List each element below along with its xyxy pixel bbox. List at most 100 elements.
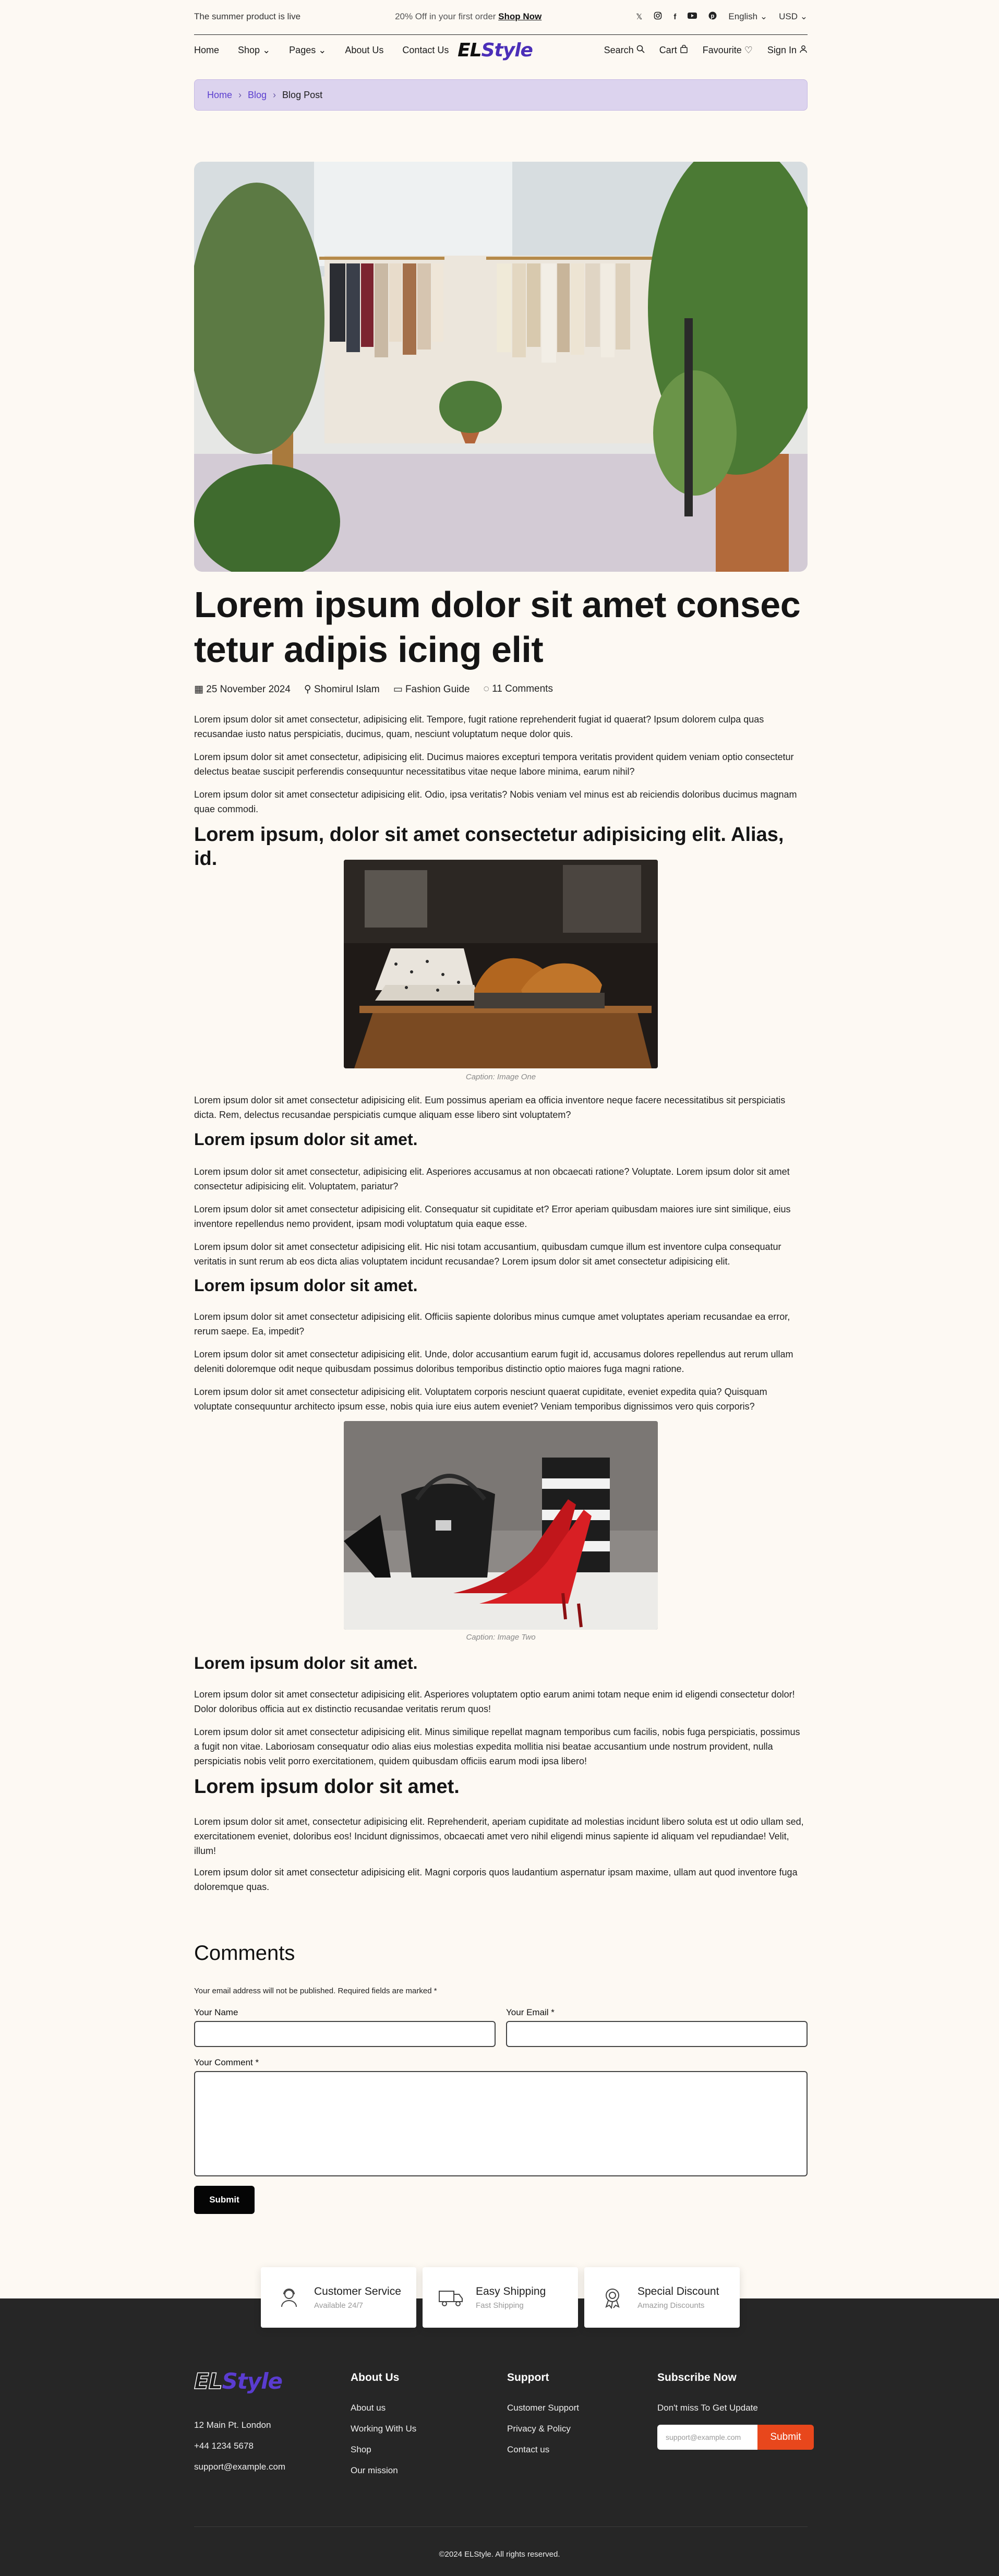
footer-link[interactable]: Our mission xyxy=(351,2465,416,2476)
feature-title: Special Discount xyxy=(637,2285,719,2297)
footer-link[interactable]: Shop xyxy=(351,2445,416,2455)
shop-now-link[interactable]: Shop Now xyxy=(498,11,541,21)
comment-textarea[interactable] xyxy=(194,2071,808,2176)
cart-label: Cart xyxy=(659,44,677,55)
comments-note: Your email address will not be published… xyxy=(194,1987,437,1995)
paragraph: Lorem ipsum dolor sit amet consectetur, … xyxy=(194,1166,790,1191)
footer-subscribe-title: Subscribe Now xyxy=(657,2372,737,2384)
currency-select[interactable]: USD ⌄ xyxy=(779,11,808,22)
footer-email[interactable]: support@example.com xyxy=(194,2462,285,2472)
signin-label: Sign In xyxy=(767,44,797,55)
footer-subscribe-text: Don't miss To Get Update xyxy=(657,2403,758,2413)
section-heading: Lorem ipsum dolor sit amet. xyxy=(194,1654,418,1672)
nav-item-pages[interactable]: Pages ⌄ xyxy=(289,45,326,56)
post-title: Lorem ipsum dolor sit amet consec tetur … xyxy=(194,584,801,670)
subscribe-button[interactable]: Submit xyxy=(757,2425,814,2450)
comment-icon: ◌ xyxy=(483,683,489,694)
paragraph: Lorem ipsum dolor sit amet consectetur a… xyxy=(194,1311,790,1337)
search-button[interactable]: Search xyxy=(604,45,645,56)
footer-link[interactable]: About us xyxy=(351,2403,416,2413)
search-label: Search xyxy=(604,44,634,55)
section-heading: Lorem ipsum dolor sit amet. xyxy=(194,1130,418,1149)
subscribe-email-input[interactable]: support@example.com xyxy=(657,2425,757,2450)
chevron-down-icon: ⌄ xyxy=(318,44,327,55)
nav-left: Home Shop ⌄ Pages ⌄ About Us Contact Us xyxy=(194,45,449,56)
paragraph: Lorem ipsum dolor sit amet consectetur a… xyxy=(194,789,797,814)
signin-button[interactable]: Sign In xyxy=(767,45,808,56)
post-image-one xyxy=(344,860,658,1068)
post-meta: ▦ 25 November 2024 ⚲ Shomirul Islam ▭ Fa… xyxy=(194,683,808,695)
nav-item-contact[interactable]: Contact Us xyxy=(402,45,449,56)
footer-logo[interactable]: ELStyle xyxy=(194,2368,285,2394)
post-date: ▦ 25 November 2024 xyxy=(194,683,291,695)
section-heading: Lorem ipsum dolor sit amet. xyxy=(194,1776,460,1798)
post-author[interactable]: ⚲ Shomirul Islam xyxy=(304,683,380,695)
nav-item-home[interactable]: Home xyxy=(194,45,219,56)
logo-part1: EL xyxy=(458,39,482,61)
promo-text: 20% Off in your first order xyxy=(395,11,496,21)
support-agent-icon xyxy=(276,2285,302,2310)
footer-link[interactable]: Privacy & Policy xyxy=(507,2424,579,2434)
footer-link[interactable]: Contact us xyxy=(507,2445,579,2455)
top-bar-right: 𝕏 f p English ⌄ USD ⌄ xyxy=(636,11,808,22)
chevron-down-icon: ⌄ xyxy=(262,44,271,55)
paragraph: Lorem ipsum dolor sit amet consectetur a… xyxy=(194,1387,767,1412)
folder-icon: ▭ xyxy=(393,684,403,695)
youtube-icon[interactable] xyxy=(688,12,697,21)
bag-icon xyxy=(680,44,688,53)
paragraph: Lorem ipsum dolor sit amet consectetur a… xyxy=(194,1867,798,1892)
email-field[interactable] xyxy=(506,2021,808,2047)
favourite-label: Favourite xyxy=(702,44,742,55)
calendar-icon: ▦ xyxy=(194,684,203,695)
site-logo[interactable]: ELStyle xyxy=(458,40,533,61)
feature-subtitle: Amazing Discounts xyxy=(637,2301,705,2310)
footer-support: Support Customer Support Privacy & Polic… xyxy=(507,2372,579,2465)
breadcrumb-home[interactable]: Home xyxy=(207,90,232,101)
breadcrumb-blog[interactable]: Blog xyxy=(248,90,267,101)
nav-pages-label: Pages xyxy=(289,44,316,55)
footer-link[interactable]: Customer Support xyxy=(507,2403,579,2413)
logo-part2: Style xyxy=(481,39,533,61)
feature-title: Customer Service xyxy=(314,2285,401,2297)
footer-about: About Us About us Working With Us Shop O… xyxy=(351,2372,416,2486)
chevron-down-icon: ⌄ xyxy=(800,11,808,21)
top-bar-text: The summer product is live xyxy=(194,11,301,21)
breadcrumb: Home › Blog › Blog Post xyxy=(194,79,808,111)
post-comments-count[interactable]: ◌ 11 Comments xyxy=(484,683,553,695)
instagram-icon[interactable] xyxy=(654,11,662,22)
svg-text:p: p xyxy=(711,13,715,19)
favourite-button[interactable]: Favourite ♡ xyxy=(703,45,753,56)
nav-item-shop[interactable]: Shop ⌄ xyxy=(238,45,270,56)
comments-title: Comments xyxy=(194,1942,295,1965)
language-select[interactable]: English ⌄ xyxy=(728,11,767,22)
nav-item-about[interactable]: About Us xyxy=(345,45,383,56)
user-icon: ⚲ xyxy=(304,684,311,695)
facebook-icon[interactable]: f xyxy=(673,13,676,21)
section-heading: Lorem ipsum dolor sit amet. xyxy=(194,1276,418,1295)
nav-right: Search Cart Favourite ♡ Sign In xyxy=(604,44,808,56)
post-category[interactable]: ▭ Fashion Guide xyxy=(393,683,470,695)
comment-label: Your Comment * xyxy=(194,2057,259,2067)
top-bar: The summer product is live 20% Off in yo… xyxy=(194,0,808,33)
feature-subtitle: Available 24/7 xyxy=(314,2301,363,2310)
nav-shop-label: Shop xyxy=(238,44,260,55)
post-author-name: Shomirul Islam xyxy=(314,684,380,695)
feature-card: Customer Service Available 24/7 xyxy=(261,2267,416,2328)
header-divider xyxy=(194,34,808,35)
x-twitter-icon[interactable]: 𝕏 xyxy=(636,12,642,21)
paragraph: Lorem ipsum dolor sit amet consectetur a… xyxy=(194,1095,786,1120)
name-label: Your Name xyxy=(194,2007,238,2017)
footer-link[interactable]: Working With Us xyxy=(351,2424,416,2434)
paragraph: Lorem ipsum dolor sit amet, consectetur … xyxy=(194,1816,804,1856)
post-comments-value: 11 Comments xyxy=(492,683,553,694)
footer-subscribe: Subscribe Now Don't miss To Get Update xyxy=(657,2372,758,2424)
cart-button[interactable]: Cart xyxy=(659,44,688,56)
name-field[interactable] xyxy=(194,2021,496,2047)
post-category-name: Fashion Guide xyxy=(405,684,470,695)
submit-comment-button[interactable]: Submit xyxy=(194,2186,255,2214)
pinterest-icon[interactable]: p xyxy=(708,11,717,22)
paragraph: Lorem ipsum dolor sit amet consectetur, … xyxy=(194,752,794,777)
image-caption: Caption: Image One xyxy=(465,1073,536,1081)
truck-icon xyxy=(438,2285,463,2310)
feature-subtitle: Fast Shipping xyxy=(476,2301,524,2310)
